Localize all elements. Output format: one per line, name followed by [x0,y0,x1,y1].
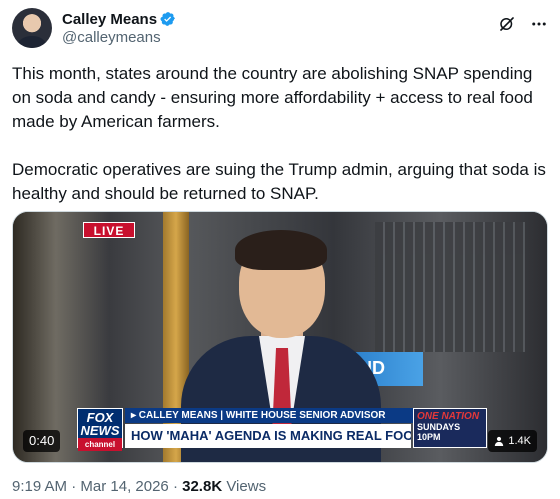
promo-title: ONE NATION [417,411,480,422]
tweet-time[interactable]: 9:19 AM [12,478,67,495]
promo-time: SUNDAYS 10PM [417,422,461,442]
views-count: 32.8K [182,478,223,495]
grok-icon[interactable] [498,15,516,33]
tweet-text: This month, states around the country ar… [12,62,548,206]
tweet-paragraph: This month, states around the country ar… [12,64,533,131]
live-badge: LIVE [83,222,135,238]
meta-separator: · [172,478,178,495]
news-chyron: FOX NEWS channel ▸ CALLEY MEANS | WHITE … [77,408,487,452]
tweet-header: Calley Means @calleymeans [12,6,548,50]
views-label: Views [226,478,267,495]
verified-badge-icon [160,12,175,26]
video-view-count: 1.4K [508,435,531,447]
video-player[interactable]: ND LIVE FOX NEWS channel ▸ CALLEY MEANS … [12,211,548,463]
top-actions [498,15,548,33]
avatar[interactable] [12,8,52,48]
meta-separator: · [71,478,77,495]
name-row: Calley Means [62,11,176,28]
show-promo: ONE NATION SUNDAYS 10PM [413,408,487,448]
author-handle[interactable]: @calleymeans [62,29,176,46]
tweet-paragraph: Democratic operatives are suing the Trum… [12,160,546,203]
background-building [375,222,525,352]
chyron-headline: HOW 'MAHA' AGENDA IS MAKING REAL FOOD AF… [125,424,411,448]
video-duration: 0:40 [23,430,61,452]
more-icon[interactable] [530,15,548,33]
author-info: Calley Means @calleymeans [62,11,176,46]
fox-news-logo: FOX NEWS channel [77,408,123,451]
video-views-badge: 1.4K [488,430,537,452]
author-display-name[interactable]: Calley Means [62,11,157,28]
person-icon [495,436,504,446]
tweet-date[interactable]: Mar 14, 2026 [80,478,168,495]
logo-line-3: channel [78,438,122,451]
tweet-meta: 9:19 AM · Mar 14, 2026 · 32.8K Views [12,478,266,495]
logo-line-2: NEWS [80,423,120,438]
chyron-name-bar: ▸ CALLEY MEANS | WHITE HOUSE SENIOR ADVI… [125,408,415,423]
